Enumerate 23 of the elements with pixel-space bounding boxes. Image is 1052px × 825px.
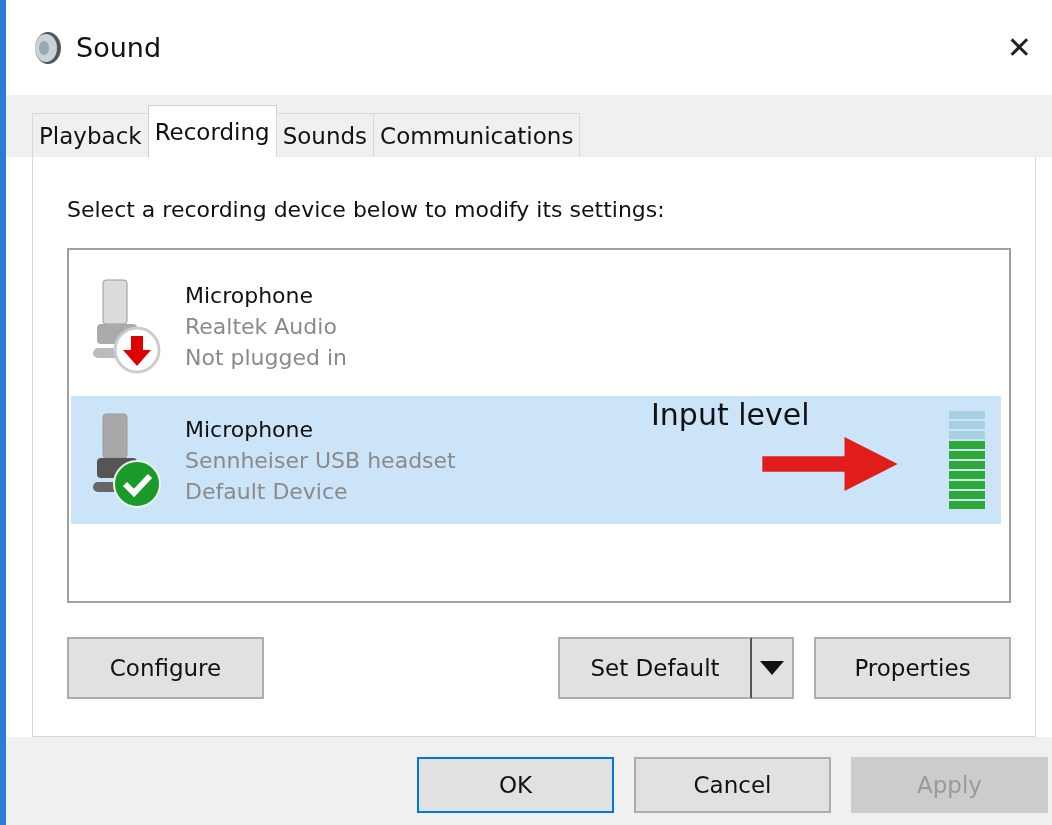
tab[interactable]: Communications (373, 113, 581, 157)
panel-button[interactable]: Configure (67, 637, 264, 699)
device-driver: Sennheiser USB headset (185, 447, 456, 473)
window-title: Sound (76, 32, 162, 63)
tab[interactable]: Recording (147, 105, 277, 157)
instruction-text: Select a recording device below to modify its settings: (67, 197, 666, 222)
dropdown-button[interactable] (752, 637, 794, 699)
caret-icon (760, 661, 784, 675)
panel-button[interactable]: Properties (814, 637, 1011, 699)
device-status: Not plugged in (185, 344, 348, 370)
device-name: Microphone (185, 282, 315, 308)
device-driver: Realtek Audio (185, 313, 338, 339)
split-button[interactable]: Set Default (558, 637, 752, 699)
dialog-button[interactable]: OK (417, 757, 614, 813)
device-name: Microphone (185, 416, 315, 442)
dialog-button[interactable]: Cancel (634, 757, 831, 813)
tab[interactable]: Sounds (275, 113, 375, 157)
device-status: Default Device (185, 478, 349, 504)
device-item[interactable]: Microphone Realtek Audio Not plugged in (71, 262, 1001, 390)
speaker-icon (32, 30, 62, 65)
tab[interactable]: Playback (32, 113, 149, 157)
annotation-label: Input level (651, 397, 810, 432)
close-button[interactable]: ✕ (1000, 29, 1038, 66)
